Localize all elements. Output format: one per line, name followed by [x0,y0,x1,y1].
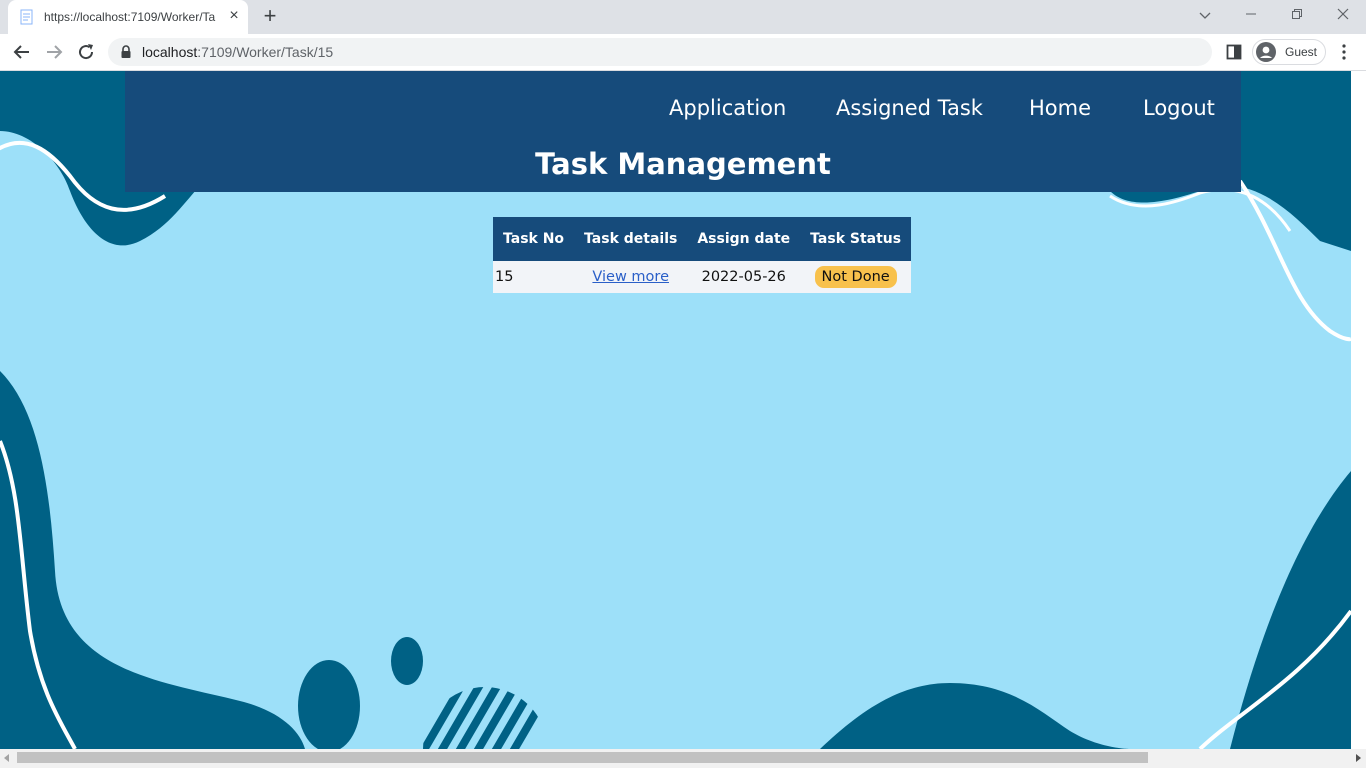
striped-circle [423,687,547,749]
site-header: Application Assigned Task Home Logout Ta… [125,71,1241,192]
task-status-cell: Not Done [800,261,912,293]
address-bar[interactable]: localhost:7109/Worker/Task/15 [108,38,1212,66]
avatar-icon [1256,42,1276,62]
url-path: :7109/Worker/Task/15 [197,44,334,60]
minimize-icon[interactable] [1239,5,1263,25]
scroll-left-arrow-icon[interactable] [4,754,9,762]
vertical-scrollbar-track[interactable] [1351,71,1366,749]
scrollbar-thumb[interactable] [17,752,1148,763]
task-details-cell: View more [574,261,688,293]
url-host: localhost [142,44,198,60]
scroll-right-arrow-icon[interactable] [1356,754,1361,762]
tab-search-icon[interactable] [1193,5,1217,25]
lock-icon[interactable] [120,45,132,59]
view-more-link[interactable]: View more [592,269,669,285]
back-arrow-icon[interactable] [10,40,34,64]
column-header-task-status: Task Status [800,217,912,261]
side-panel-icon[interactable] [1226,44,1242,60]
task-table: Task No Task details Assign date Task St… [493,217,912,293]
horizontal-scrollbar[interactable] [0,749,1366,768]
column-header-task-details: Task details [574,217,688,261]
table-row: 15 View more 2022-05-26 Not Done [493,261,912,293]
profile-button[interactable]: Guest [1252,39,1326,65]
page-title: Task Management [535,147,831,181]
assign-date-cell: 2022-05-26 [687,261,801,293]
browser-tab[interactable]: https://localhost:7109/Worker/Ta × [8,0,248,34]
close-window-icon[interactable] [1331,5,1355,25]
nav-logout-link[interactable]: Logout [1143,96,1215,120]
tab-title: https://localhost:7109/Worker/Ta [44,10,216,24]
page-icon [20,9,33,25]
page-viewport: Application Assigned Task Home Logout Ta… [0,71,1366,749]
column-header-task-no: Task No [493,217,575,261]
browser-tab-strip: https://localhost:7109/Worker/Ta × + [0,0,1366,34]
restore-icon[interactable] [1285,5,1309,25]
reload-icon[interactable] [74,40,98,64]
column-header-assign-date: Assign date [687,217,801,261]
browser-toolbar: localhost:7109/Worker/Task/15 Guest [0,34,1366,71]
table-header-row: Task No Task details Assign date Task St… [493,217,912,261]
forward-arrow-icon[interactable] [42,40,66,64]
status-badge: Not Done [814,266,897,288]
more-menu-icon[interactable] [1336,43,1352,61]
profile-name: Guest [1285,45,1318,59]
task-no-cell: 15 [493,261,575,293]
url-text: localhost:7109/Worker/Task/15 [142,44,333,60]
nav-assigned-task-link[interactable]: Assigned Task [836,96,983,120]
nav-application-link[interactable]: Application [669,96,786,120]
new-tab-icon[interactable]: + [260,5,280,27]
close-tab-icon[interactable]: × [226,8,242,24]
nav-home-link[interactable]: Home [1029,96,1091,120]
